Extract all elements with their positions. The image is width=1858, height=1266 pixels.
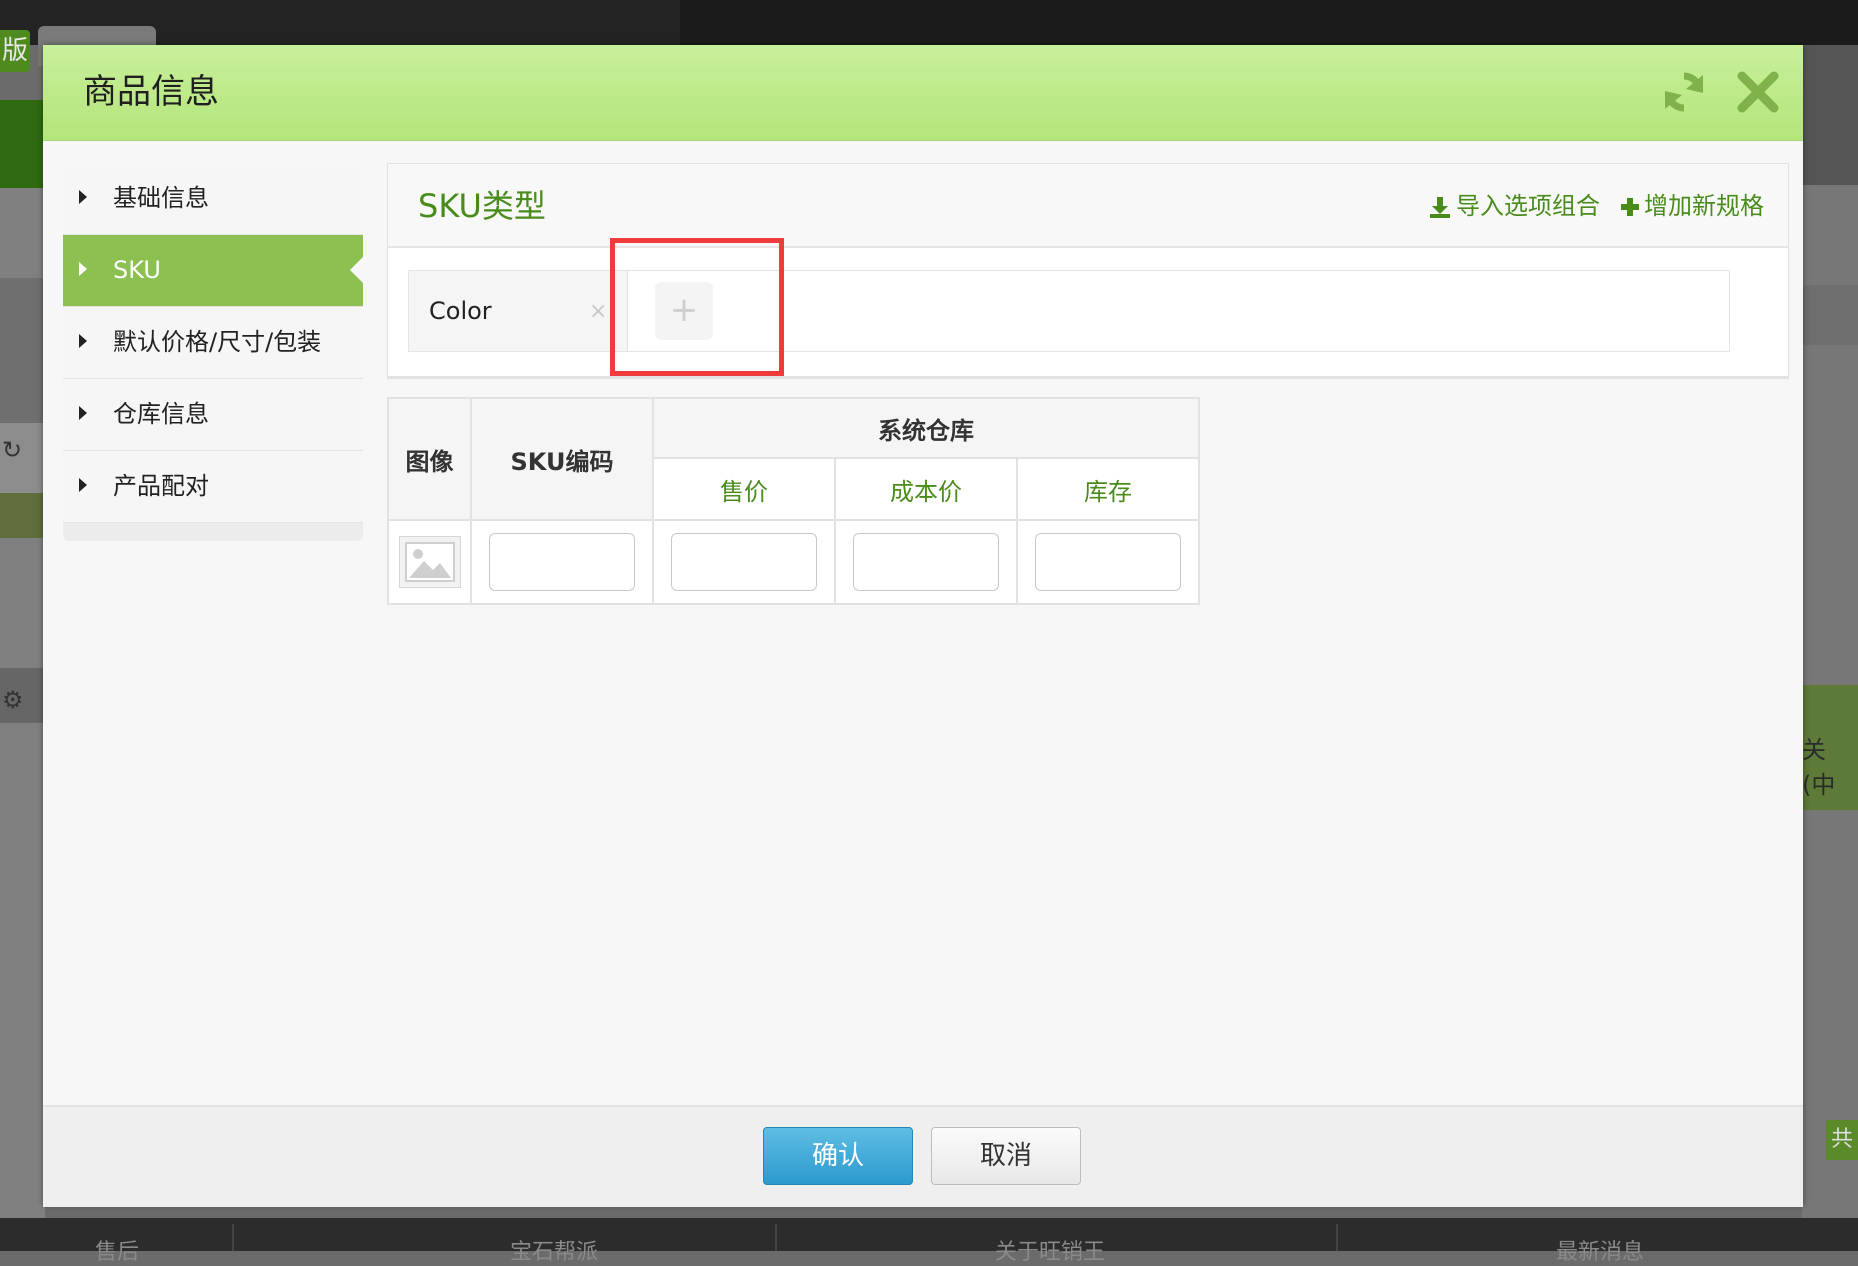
image-icon <box>404 542 455 582</box>
download-icon <box>1430 197 1450 218</box>
sku-table: 图像 SKU编码 系统仓库 售价 成本价 库存 <box>387 397 1200 605</box>
sku-code-cell <box>470 519 654 605</box>
sidebar-item-product-pairing[interactable]: 产品配对 <box>63 451 363 523</box>
dialog-title: 商品信息 <box>83 72 219 112</box>
sku-code-input[interactable] <box>489 533 635 591</box>
sidebar-item-sku[interactable]: SKU <box>63 235 363 307</box>
sku-type-panel: SKU类型 导入选项组合 增加新规格 Color × + <box>387 163 1789 379</box>
caret-right-icon <box>79 478 87 492</box>
background-left-block <box>0 493 45 538</box>
sku-type-header: SKU类型 导入选项组合 增加新规格 <box>388 164 1788 248</box>
background-refresh-icon: ↻ <box>2 436 23 464</box>
price-cell <box>652 519 836 605</box>
remove-spec-icon[interactable]: × <box>589 299 607 324</box>
spec-name-box: Color × <box>409 271 628 351</box>
column-header-sku-code: SKU编码 <box>470 397 654 521</box>
cancel-button[interactable]: 取消 <box>931 1127 1081 1185</box>
background-logo-area <box>0 100 45 188</box>
add-spec-button[interactable]: 增加新规格 <box>1620 164 1764 248</box>
import-options-button[interactable]: 导入选项组合 <box>1428 164 1600 248</box>
highlight-annotation <box>610 238 784 376</box>
sidebar-item-label: 产品配对 <box>113 472 209 500</box>
background-gear-icon: ⚙ <box>2 686 24 714</box>
background-right-block <box>1802 285 1858 345</box>
sidebar-item-default-price[interactable]: 默认价格/尺寸/包装 <box>63 307 363 379</box>
sidebar-item-label: 基础信息 <box>113 184 209 212</box>
sidebar-item-label: 默认价格/尺寸/包装 <box>113 328 322 356</box>
product-info-dialog: 商品信息 基础信息 SKU 默认价格/尺寸/包装 仓库信息 产品配对 SKU类型… <box>43 45 1803 1207</box>
cost-cell <box>834 519 1018 605</box>
image-cell <box>387 519 472 605</box>
image-placeholder[interactable] <box>398 536 461 588</box>
caret-right-icon <box>79 334 87 348</box>
table-row <box>387 519 1200 605</box>
background-separator <box>232 1224 234 1251</box>
caret-right-icon <box>79 262 87 276</box>
import-options-label: 导入选项组合 <box>1456 192 1600 220</box>
dialog-footer: 确认 取消 <box>43 1105 1803 1207</box>
column-header-stock: 库存 <box>1016 457 1200 521</box>
column-header-image: 图像 <box>387 397 472 521</box>
background-top-bar <box>0 0 1858 45</box>
background-bottom-item: 最新消息 <box>1556 1240 1645 1265</box>
caret-right-icon <box>79 190 87 204</box>
background-corner-tab: 版 <box>0 30 30 72</box>
background-separator <box>1336 1224 1338 1251</box>
background-right-text: 关(中 <box>1802 736 1836 799</box>
background-bottom-item: 关于旺销王 <box>995 1240 1106 1265</box>
plus-icon <box>1621 198 1639 216</box>
sidebar-item-label: SKU <box>113 256 161 284</box>
background-right-block <box>1802 45 1858 185</box>
column-header-price: 售价 <box>652 457 836 521</box>
price-input[interactable] <box>671 533 817 591</box>
refresh-icon[interactable] <box>1659 67 1709 117</box>
active-indicator <box>350 257 363 283</box>
background-bottom-item: 宝石帮派 <box>510 1240 599 1265</box>
background-right-button: 共 <box>1826 1120 1858 1160</box>
sidebar-item-basic-info[interactable]: 基础信息 <box>63 163 363 235</box>
sidebar-item-label: 仓库信息 <box>113 400 209 428</box>
column-header-warehouse: 系统仓库 <box>652 397 1200 459</box>
stock-cell <box>1016 519 1200 605</box>
background-right-panel <box>1802 45 1858 1218</box>
sku-type-title: SKU类型 <box>418 187 546 225</box>
dialog-sidebar: 基础信息 SKU 默认价格/尺寸/包装 仓库信息 产品配对 <box>63 163 363 541</box>
cost-input[interactable] <box>853 533 999 591</box>
column-header-cost: 成本价 <box>834 457 1018 521</box>
background-bottom-item: 售后 <box>95 1240 140 1265</box>
background-separator <box>775 1224 777 1251</box>
sidebar-item-warehouse[interactable]: 仓库信息 <box>63 379 363 451</box>
add-spec-label: 增加新规格 <box>1644 192 1764 220</box>
background-top-segment <box>680 0 1858 45</box>
spec-name: Color <box>429 297 492 325</box>
stock-input[interactable] <box>1035 533 1181 591</box>
close-icon[interactable] <box>1733 67 1783 117</box>
caret-right-icon <box>79 406 87 420</box>
dialog-header: 商品信息 <box>43 45 1803 141</box>
confirm-button[interactable]: 确认 <box>763 1127 913 1185</box>
spec-row-color: Color × + <box>408 270 1730 352</box>
